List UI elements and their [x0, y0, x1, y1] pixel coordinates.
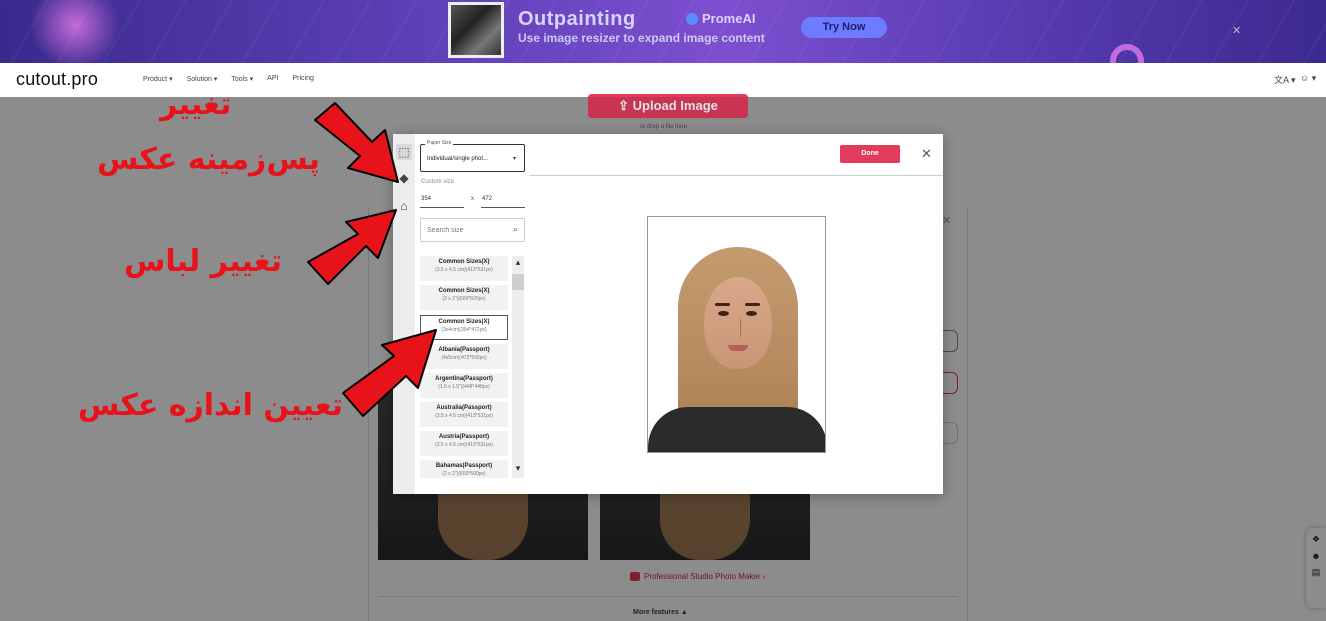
size-list-item-selected[interactable]: Common Sizes(X) (3x4cm)(354*472px)	[420, 315, 508, 340]
nav-tools[interactable]: Tools ▾	[231, 75, 253, 83]
nav-pricing[interactable]: Pricing	[292, 75, 313, 83]
paint-bucket-icon[interactable]: ◆	[396, 170, 412, 186]
size-list: Common Sizes(X) (3.5 x 4.5 cm)(413*531px…	[420, 256, 524, 478]
scroll-down-icon[interactable]: ▾	[512, 462, 524, 474]
size-dimensions: (4x5cm)(472*590px)	[441, 355, 487, 361]
tool-column: ⬚ ◆ ⌂	[393, 134, 415, 494]
size-separator: x	[471, 196, 474, 202]
size-name: Common Sizes(X)	[438, 259, 490, 265]
portrait-face	[704, 277, 772, 369]
shirt-icon[interactable]: ⌂	[396, 198, 412, 214]
size-dimensions: (1.5 x 1.5")(448*448px)	[438, 384, 490, 390]
size-name: Argentina(Passport)	[435, 376, 493, 382]
size-name: Austria(Passport)	[438, 434, 490, 440]
ad-banner[interactable]: Outpainting Use image resizer to expand …	[0, 0, 1326, 63]
size-list-item[interactable]: Australia(Passport) (3.5 x 4.5 cm)(413*5…	[420, 402, 508, 427]
ad-thumbnail	[448, 2, 504, 58]
passport-photo-preview	[647, 216, 826, 453]
search-icon: ⌕	[512, 224, 518, 234]
size-list-item[interactable]: Common Sizes(X) (2 x 2")(600*600px)	[420, 285, 508, 310]
size-list-item[interactable]: Common Sizes(X) (3.5 x 4.5 cm)(413*531px…	[420, 256, 508, 281]
user-icon[interactable]: ☺ ▾	[1300, 73, 1316, 84]
ad-close-icon[interactable]: ✕	[1232, 24, 1241, 37]
chevron-down-icon: ▾	[512, 156, 516, 162]
scrollbar-thumb[interactable]	[512, 274, 524, 290]
annotation-change-background-line2: پس‌زمینه عکس	[97, 142, 320, 177]
size-list-scrollbar[interactable]: ▴ ▾	[512, 256, 524, 478]
ad-try-now-button[interactable]: Try Now	[801, 17, 887, 38]
upload-image-button-dimmed: ⇪ Upload Image	[588, 94, 748, 118]
site-logo[interactable]: cutout.pro	[16, 69, 98, 90]
search-placeholder: Search size	[427, 227, 464, 234]
size-name: Australia(Passport)	[436, 405, 492, 411]
ad-title: Outpainting	[518, 8, 636, 30]
size-name: Bahamas(Passport)	[435, 463, 493, 469]
done-button[interactable]: Done	[840, 145, 900, 163]
close-icon[interactable]: ✕	[921, 146, 932, 162]
size-dimensions: (3.5 x 4.5 cm)(413*531px)	[435, 442, 493, 448]
size-dimensions: (3.5 x 4.5 cm)(413*531px)	[435, 267, 493, 273]
nav-solution[interactable]: Solution ▾	[187, 75, 218, 83]
ad-subtitle: Use image resizer to expand image conten…	[518, 31, 765, 45]
promeai-logo-icon	[686, 12, 698, 25]
annotation-change-background-line1: تغییر	[160, 87, 232, 122]
width-input[interactable]: 354	[420, 196, 464, 208]
size-dimensions: (2 x 2")(600*600px)	[442, 471, 486, 477]
annotation-change-clothes: تغییر لباس	[124, 244, 282, 279]
custom-size-label: Custom size	[421, 179, 455, 185]
crop-icon[interactable]: ⬚	[396, 144, 412, 160]
height-input[interactable]: 472	[481, 196, 525, 208]
size-name: Common Sizes(X)	[438, 288, 490, 294]
scroll-up-icon[interactable]: ▴	[512, 256, 524, 268]
paper-size-value: Individual/single phot...	[427, 156, 489, 162]
size-name: Common Sizes(X)	[438, 319, 490, 325]
nav-links: Product ▾ Solution ▾ Tools ▾ API Pricing	[143, 75, 314, 83]
language-icon[interactable]: 文A ▾	[1274, 73, 1296, 86]
nav-product[interactable]: Product ▾	[143, 75, 173, 83]
ad-brand: PromeAI	[686, 11, 755, 26]
id-photo-editor-modal: ⬚ ◆ ⌂ Paper Size Individual/single phot.…	[393, 134, 943, 494]
paper-size-legend: Paper Size	[425, 140, 454, 146]
size-list-item[interactable]: Argentina(Passport) (1.5 x 1.5")(448*448…	[420, 373, 508, 398]
size-list-item[interactable]: Albania(Passport) (4x5cm)(472*590px)	[420, 344, 508, 369]
search-size-input[interactable]: Search size ⌕	[420, 218, 525, 242]
size-list-item[interactable]: Austria(Passport) (3.5 x 4.5 cm)(413*531…	[420, 431, 508, 456]
size-list-item[interactable]: Bahamas(Passport) (2 x 2")(600*600px)	[420, 460, 508, 478]
size-dimensions: (2 x 2")(600*600px)	[442, 296, 486, 302]
paper-size-select[interactable]: Paper Size Individual/single phot... ▾	[420, 140, 525, 172]
size-dimensions: (3.5 x 4.5 cm)(413*531px)	[435, 413, 493, 419]
annotation-set-photo-size: تعیین اندازه عکس	[78, 388, 344, 423]
size-dimensions: (3x4cm)(354*472px)	[441, 327, 487, 333]
size-panel: Paper Size Individual/single phot... ▾ C…	[415, 134, 529, 494]
ad-brand-label: PromeAI	[702, 11, 756, 26]
header-divider	[529, 175, 943, 176]
nav-api[interactable]: API	[267, 75, 278, 83]
size-name: Albania(Passport)	[438, 347, 490, 353]
portrait-clothes	[648, 407, 825, 452]
